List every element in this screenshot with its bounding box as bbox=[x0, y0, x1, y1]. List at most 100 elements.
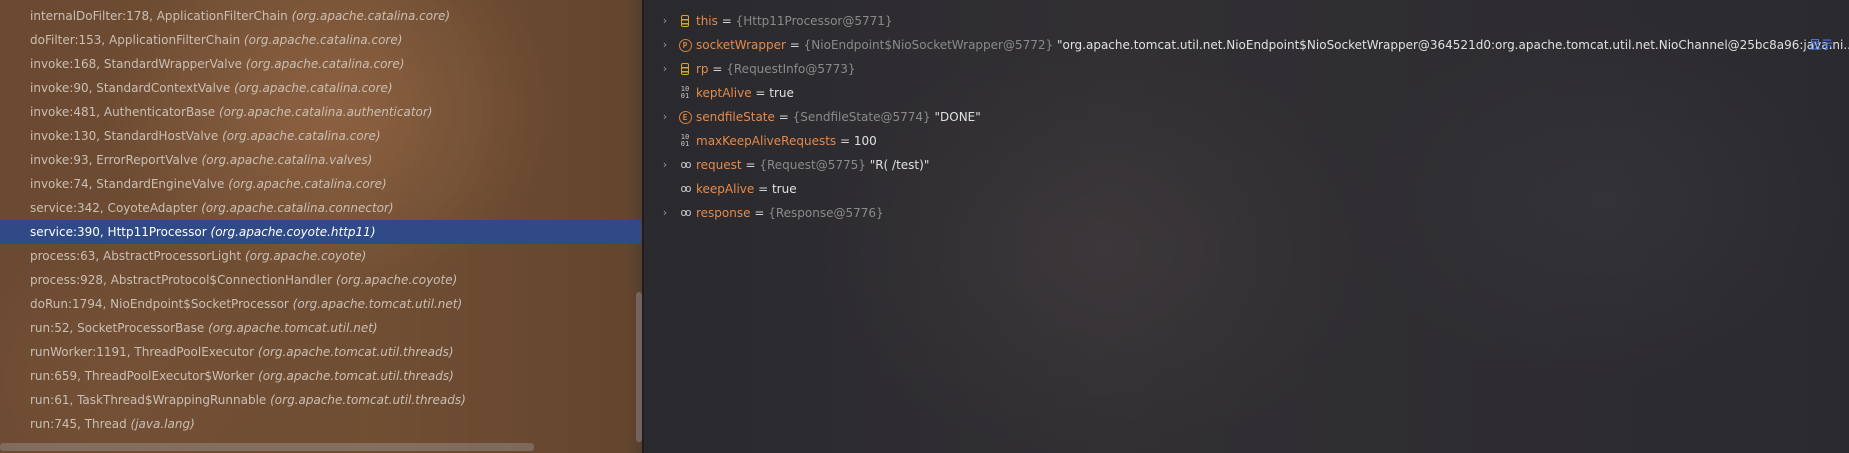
frame-row[interactable]: service:342, CoyoteAdapter (org.apache.c… bbox=[0, 196, 641, 220]
primitive-icon: 10 01 bbox=[680, 85, 690, 100]
chevron-right-icon[interactable]: › bbox=[660, 153, 670, 177]
show-full-value-link[interactable]: 显示 bbox=[1809, 33, 1833, 57]
frames-horizontal-scroll-thumb[interactable] bbox=[0, 443, 534, 451]
frame-row[interactable]: process:63, AbstractProcessorLight (org.… bbox=[0, 244, 641, 268]
frame-row[interactable]: internalDoFilter:178, ApplicationFilterC… bbox=[0, 4, 641, 28]
variable-equals: = bbox=[754, 182, 772, 196]
variable-name: sendfileState bbox=[696, 110, 775, 124]
enum-icon: E bbox=[678, 110, 692, 124]
frame-package: (org.apache.coyote) bbox=[336, 273, 458, 287]
frame-method: invoke:93, ErrorReportValve bbox=[30, 153, 198, 167]
frame-row[interactable]: process:928, AbstractProtocol$Connection… bbox=[0, 268, 641, 292]
frame-package: (org.apache.tomcat.util.net) bbox=[292, 297, 463, 311]
variable-name: socketWrapper bbox=[696, 38, 786, 52]
variable-row-maxKeepAliveRequests[interactable]: 10 01 maxKeepAliveRequests = 100 bbox=[644, 129, 1849, 153]
frame-row[interactable]: run:659, ThreadPoolExecutor$Worker (org.… bbox=[0, 364, 641, 388]
frame-row[interactable]: run:61, TaskThread$WrappingRunnable (org… bbox=[0, 388, 641, 412]
frame-method: internalDoFilter:178, ApplicationFilterC… bbox=[30, 9, 288, 23]
variable-text: keepAlive = true bbox=[696, 177, 797, 201]
frame-row[interactable]: invoke:130, StandardHostValve (org.apach… bbox=[0, 124, 641, 148]
frame-package: (org.apache.catalina.core) bbox=[291, 9, 451, 23]
frame-package: (org.apache.catalina.core) bbox=[234, 81, 393, 95]
frame-row[interactable]: invoke:74, StandardEngineValve (org.apac… bbox=[0, 172, 641, 196]
field-icon bbox=[678, 14, 692, 28]
variable-equals: = bbox=[751, 86, 770, 100]
field-icon bbox=[678, 62, 692, 76]
variable-equals: = bbox=[708, 62, 727, 76]
frame-package: (org.apache.catalina.core) bbox=[222, 129, 381, 143]
watch-icon: oo bbox=[680, 206, 691, 219]
frame-row[interactable]: runWorker:1191, ThreadPoolExecutor (org.… bbox=[0, 340, 641, 364]
variable-text: socketWrapper = {NioEndpoint$NioSocketWr… bbox=[696, 33, 1849, 57]
frame-package: (org.apache.catalina.core) bbox=[228, 177, 387, 191]
variable-value: 100 bbox=[853, 134, 877, 148]
frame-method: doFilter:153, ApplicationFilterChain bbox=[30, 33, 241, 47]
variable-row-this[interactable]: › this = {Http11Processor@5771} bbox=[644, 9, 1849, 33]
variable-name: keepAlive bbox=[696, 182, 755, 196]
variable-row-sendfileState[interactable]: › EsendfileState = {SendfileState@5774} "… bbox=[644, 105, 1849, 129]
variable-type: {Http11Processor@5771} bbox=[735, 14, 893, 28]
variable-type: {SendfileState@5774} bbox=[792, 110, 931, 124]
frame-method: invoke:74, StandardEngineValve bbox=[30, 177, 225, 191]
chevron-right-icon[interactable]: › bbox=[660, 105, 670, 129]
frame-row[interactable]: run:52, SocketProcessorBase (org.apache.… bbox=[0, 316, 641, 340]
chevron-right-icon[interactable]: › bbox=[660, 33, 670, 57]
chevron-right-icon[interactable]: › bbox=[660, 201, 670, 225]
frame-row[interactable]: doFilter:153, ApplicationFilterChain (or… bbox=[0, 28, 641, 52]
frame-row[interactable]: invoke:90, StandardContextValve (org.apa… bbox=[0, 76, 641, 100]
frame-package: (org.apache.catalina.authenticator) bbox=[219, 105, 433, 119]
variable-value: true bbox=[769, 86, 794, 100]
variable-row-request[interactable]: › oo request = {Request@5775} "R( /test)" bbox=[644, 153, 1849, 177]
variable-type: {NioEndpoint$NioSocketWrapper@5772} bbox=[803, 38, 1054, 52]
frame-method: run:659, ThreadPoolExecutor$Worker bbox=[30, 369, 255, 383]
frame-row[interactable]: invoke:168, StandardWrapperValve (org.ap… bbox=[0, 52, 641, 76]
variable-equals: = bbox=[836, 134, 854, 148]
variable-row-socketWrapper[interactable]: › PsocketWrapper = {NioEndpoint$NioSocket… bbox=[644, 33, 1849, 57]
variable-text: sendfileState = {SendfileState@5774} "DO… bbox=[696, 105, 981, 129]
primitive-icon: 10 01 bbox=[680, 133, 690, 148]
variable-row-rp[interactable]: › rp = {RequestInfo@5773} bbox=[644, 57, 1849, 81]
protected-icon: P bbox=[678, 38, 692, 52]
frame-row[interactable]: invoke:481, AuthenticatorBase (org.apach… bbox=[0, 100, 641, 124]
variable-row-keptAlive[interactable]: 10 01 keptAlive = true bbox=[644, 81, 1849, 105]
frame-row-selected[interactable]: service:390, Http11Processor (org.apache… bbox=[0, 220, 641, 244]
frame-method: process:928, AbstractProtocol$Connection… bbox=[30, 273, 333, 287]
frame-package: (org.apache.catalina.connector) bbox=[201, 201, 394, 215]
variable-name: rp bbox=[696, 62, 709, 76]
variable-text: rp = {RequestInfo@5773} bbox=[696, 57, 856, 81]
frames-panel: internalDoFilter:178, ApplicationFilterC… bbox=[0, 0, 643, 453]
frame-method: doRun:1794, NioEndpoint$SocketProcessor bbox=[30, 297, 289, 311]
variable-type: {Request@5775} bbox=[759, 158, 866, 172]
variable-type: {RequestInfo@5773} bbox=[726, 62, 856, 76]
watch-icon: oo bbox=[680, 182, 691, 195]
frame-package: (org.apache.tomcat.util.threads) bbox=[257, 345, 454, 359]
frame-method: service:390, Http11Processor bbox=[30, 225, 207, 239]
variable-row-keepAlive[interactable]: oo keepAlive = true bbox=[644, 177, 1849, 201]
frame-method: process:63, AbstractProcessorLight bbox=[30, 249, 242, 263]
variable-name: this bbox=[696, 14, 718, 28]
variable-row-response[interactable]: › oo response = {Response@5776} bbox=[644, 201, 1849, 225]
chevron-right-icon[interactable]: › bbox=[660, 57, 670, 81]
chevron-right-icon[interactable]: › bbox=[660, 9, 670, 33]
variable-value: "DONE" bbox=[930, 110, 981, 124]
variable-type: {Response@5776} bbox=[768, 206, 884, 220]
frame-method: invoke:130, StandardHostValve bbox=[30, 129, 219, 143]
frame-package: (org.apache.tomcat.util.net) bbox=[208, 321, 378, 335]
variable-text: keptAlive = true bbox=[696, 81, 794, 105]
frame-row[interactable]: invoke:93, ErrorReportValve (org.apache.… bbox=[0, 148, 641, 172]
variable-name: response bbox=[696, 206, 751, 220]
frame-method: runWorker:1191, ThreadPoolExecutor bbox=[30, 345, 255, 359]
variable-text: maxKeepAliveRequests = 100 bbox=[696, 129, 877, 153]
variable-text: request = {Request@5775} "R( /test)" bbox=[696, 153, 929, 177]
frame-row[interactable]: doRun:1794, NioEndpoint$SocketProcessor … bbox=[0, 292, 641, 316]
frame-row[interactable]: run:745, Thread (java.lang) bbox=[0, 412, 641, 436]
frame-package: (org.apache.coyote) bbox=[245, 249, 367, 263]
frame-method: run:61, TaskThread$WrappingRunnable bbox=[30, 393, 267, 407]
variable-equals: = bbox=[741, 158, 760, 172]
frame-method: invoke:168, StandardWrapperValve bbox=[30, 57, 243, 71]
frame-package: (org.apache.catalina.core) bbox=[245, 57, 405, 71]
frame-method: invoke:90, StandardContextValve bbox=[30, 81, 231, 95]
frame-package: (org.apache.catalina.core) bbox=[243, 33, 403, 47]
frame-package: (org.apache.catalina.valves) bbox=[201, 153, 373, 167]
frame-package: (org.apache.tomcat.util.threads) bbox=[270, 393, 466, 407]
